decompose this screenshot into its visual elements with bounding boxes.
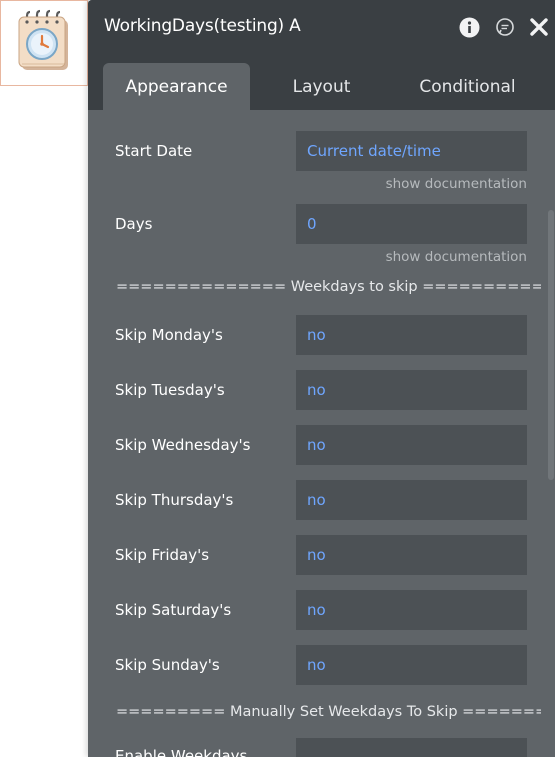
property-editor-panel: WorkingDays(testing) A Appearance Layout… (88, 0, 555, 757)
skip-tuesday-label: Skip Tuesday's (115, 381, 225, 399)
skip-sunday-label: Skip Sunday's (115, 656, 220, 674)
skip-thursday-dropdown[interactable]: no (296, 480, 527, 520)
days-field[interactable]: 0 (296, 204, 527, 244)
tab-conditional[interactable]: Conditional (395, 63, 540, 110)
days-label: Days (115, 215, 153, 233)
calendar-clock-icon (14, 8, 74, 78)
skip-wednesday-dropdown[interactable]: no (296, 425, 527, 465)
skip-thursday-label: Skip Thursday's (115, 491, 234, 509)
element-tile[interactable] (0, 0, 89, 87)
skip-saturday-label: Skip Saturday's (115, 601, 232, 619)
tab-bar: Appearance Layout Conditional (88, 54, 555, 110)
tab-layout[interactable]: Layout (258, 63, 385, 110)
enable-weekdays-label: Enable Weekdays (115, 747, 248, 757)
close-icon[interactable] (528, 16, 550, 38)
start-date-field[interactable]: Current date/time (296, 131, 527, 171)
tab-appearance[interactable]: Appearance (103, 63, 250, 110)
comment-icon[interactable] (494, 16, 516, 38)
manual-weekdays-separator: ========= Manually Set Weekdays To Skip … (116, 704, 541, 720)
skip-wednesday-label: Skip Wednesday's (115, 436, 251, 454)
enable-weekdays-field[interactable] (296, 738, 527, 757)
panel-scrollbar-track[interactable] (546, 110, 555, 757)
editor-canvas: WorkingDays(testing) A Appearance Layout… (0, 0, 555, 757)
skip-friday-dropdown[interactable]: no (296, 535, 527, 575)
skip-sunday-dropdown[interactable]: no (296, 645, 527, 685)
panel-header: WorkingDays(testing) A (88, 0, 555, 54)
editor-canvas-area (0, 86, 89, 757)
start-date-label: Start Date (115, 142, 193, 160)
skip-friday-label: Skip Friday's (115, 546, 210, 564)
skip-monday-dropdown[interactable]: no (296, 315, 527, 355)
start-date-show-documentation-link[interactable]: show documentation (386, 176, 527, 192)
weekdays-to-skip-separator: ============== Weekdays to skip ========… (116, 279, 541, 295)
skip-tuesday-dropdown[interactable]: no (296, 370, 527, 410)
panel-title: WorkingDays(testing) A (104, 16, 301, 36)
skip-saturday-dropdown[interactable]: no (296, 590, 527, 630)
panel-scrollbar-thumb[interactable] (548, 210, 554, 480)
days-show-documentation-link[interactable]: show documentation (386, 249, 527, 265)
skip-monday-label: Skip Monday's (115, 326, 223, 344)
info-icon[interactable] (458, 16, 480, 38)
appearance-properties: Start Date Current date/time show docume… (88, 110, 555, 757)
